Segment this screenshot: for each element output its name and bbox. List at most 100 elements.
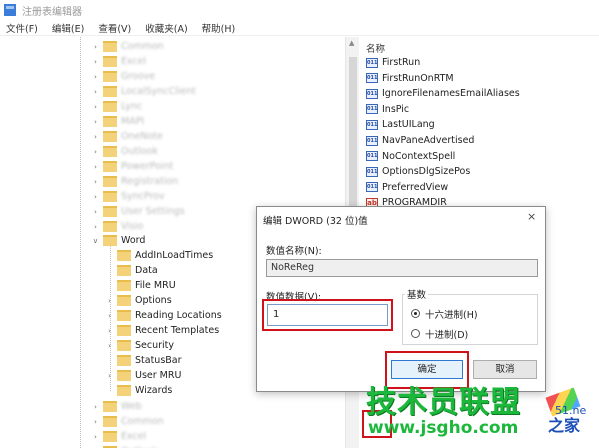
value-row[interactable]: 011 OptionsDlgSizePos xyxy=(366,164,470,179)
tree-node-blurred[interactable]: › Web xyxy=(92,399,142,414)
tree-node-statusbar[interactable]: StatusBar xyxy=(106,353,182,368)
folder-icon xyxy=(117,370,131,381)
value-row[interactable]: 011 FirstRun xyxy=(366,55,420,70)
tree-node-blurred[interactable]: › OneNote xyxy=(92,129,163,144)
tree-node-blurred[interactable]: › Common xyxy=(92,39,164,54)
column-header-name[interactable]: 名称 xyxy=(366,41,385,55)
tree-node-blurred[interactable]: › SyncProv xyxy=(92,189,165,204)
tree-node-label: Outlook xyxy=(121,146,158,157)
scroll-up-icon[interactable]: ▲ xyxy=(349,39,354,47)
menu-item[interactable]: 文件(F) xyxy=(6,21,38,35)
tree-node-label: Lync xyxy=(121,101,143,112)
value-row[interactable]: 011 FirstRunOnRTM xyxy=(366,71,454,86)
tree-node-addinloadtimes[interactable]: AddInLoadTimes xyxy=(106,248,213,263)
tree-node-blurred[interactable]: › Outlook xyxy=(92,144,158,159)
tree-node-blurred[interactable]: ›Outlook xyxy=(92,444,158,448)
folder-icon xyxy=(117,250,131,261)
regedit-app-icon xyxy=(4,4,16,16)
collapsed-chevron-icon[interactable]: › xyxy=(106,372,113,380)
value-row[interactable]: 011 LastUILang xyxy=(366,117,435,132)
tree-node-blurred[interactable]: › Excel xyxy=(92,54,146,69)
menu-item[interactable]: 编辑(E) xyxy=(52,21,84,35)
value-row[interactable]: 011 InsPic xyxy=(366,102,409,117)
tree-node-options[interactable]: › Options xyxy=(106,293,172,308)
collapsed-chevron-icon[interactable]: › xyxy=(92,103,99,111)
close-icon[interactable]: × xyxy=(527,210,536,223)
collapsed-chevron-icon[interactable]: › xyxy=(92,193,99,201)
no-chevron xyxy=(106,387,113,394)
tree-node-blurred[interactable]: › Lync xyxy=(92,99,142,114)
menu-item[interactable]: 帮助(H) xyxy=(202,21,236,35)
collapsed-chevron-icon[interactable]: › xyxy=(92,208,99,216)
window-title: 注册表编辑器 xyxy=(22,6,82,18)
tree-node-blurred[interactable]: › Groove xyxy=(92,69,155,84)
hex-radio-label[interactable]: 十六进制(H) xyxy=(425,307,478,321)
collapsed-chevron-icon[interactable]: › xyxy=(92,58,99,66)
folder-icon xyxy=(117,280,131,291)
folder-icon xyxy=(103,146,117,157)
tree-node-blurred[interactable]: › Registration xyxy=(92,174,178,189)
tree-node-blurred[interactable]: › User Settings xyxy=(92,204,185,219)
tree-node-blurred[interactable]: › LocalSyncClient xyxy=(92,84,196,99)
title-bar: 注册表编辑器 xyxy=(0,0,599,20)
collapsed-chevron-icon[interactable]: › xyxy=(92,418,99,426)
tree-node-wizards[interactable]: Wizards xyxy=(106,383,172,398)
collapsed-chevron-icon[interactable]: › xyxy=(92,433,99,441)
no-chevron xyxy=(106,267,113,274)
value-row[interactable]: 011 NoContextSpell xyxy=(366,149,455,164)
tree-node-recent-templates[interactable]: › Recent Templates xyxy=(106,323,219,338)
collapsed-chevron-icon[interactable]: › xyxy=(92,148,99,156)
folder-icon xyxy=(103,221,117,232)
tree-node-blurred[interactable]: › Visio xyxy=(92,219,143,234)
no-chevron xyxy=(106,252,113,259)
watermark-title: 技术员联盟 xyxy=(366,385,521,420)
dword-value-icon: 011 xyxy=(366,104,378,115)
tree-node-label: Registration xyxy=(121,176,179,187)
tree-node-blurred[interactable]: › Excel xyxy=(92,429,146,444)
value-row[interactable]: 011 PreferredView xyxy=(366,180,448,195)
tree-node-security[interactable]: › Security xyxy=(106,338,174,353)
value-row[interactable]: 011 NavPaneAdvertised xyxy=(366,133,474,148)
tree-node-user-mru[interactable]: › User MRU xyxy=(106,368,181,383)
collapsed-chevron-icon[interactable]: › xyxy=(92,223,99,231)
value-name: IgnoreFilenamesEmailAliases xyxy=(382,88,520,100)
expanded-chevron-icon[interactable]: v xyxy=(92,237,99,245)
value-row[interactable]: 011 IgnoreFilenamesEmailAliases xyxy=(366,86,520,101)
decimal-radio[interactable] xyxy=(411,329,420,338)
tree-node-data[interactable]: Data xyxy=(106,263,158,278)
tree-node-blurred[interactable]: › PowerPoint xyxy=(92,159,173,174)
collapsed-chevron-icon[interactable]: › xyxy=(106,327,113,335)
value-name: InsPic xyxy=(382,103,410,115)
tree-node-word[interactable]: v Word xyxy=(92,233,145,248)
collapsed-chevron-icon[interactable]: › xyxy=(92,88,99,96)
tree-node-label: Web xyxy=(121,401,142,412)
collapsed-chevron-icon[interactable]: › xyxy=(92,118,99,126)
value-name-field: NoReReg xyxy=(266,259,538,277)
tree-node-file-mru[interactable]: File MRU xyxy=(106,278,176,293)
tree-node-label: Common xyxy=(121,41,164,52)
dword-value-icon: 011 xyxy=(366,119,378,130)
collapsed-chevron-icon[interactable]: › xyxy=(106,297,113,305)
value-name: NoContextSpell xyxy=(382,150,456,162)
menu-item[interactable]: 收藏夹(A) xyxy=(145,21,187,35)
collapsed-chevron-icon[interactable]: › xyxy=(92,73,99,81)
tree-node-label: Visio xyxy=(121,221,144,232)
tree-node-blurred[interactable]: › Common xyxy=(92,414,164,429)
hex-radio[interactable] xyxy=(411,309,420,318)
tree-node-reading-locations[interactable]: › Reading Locations xyxy=(106,308,222,323)
collapsed-chevron-icon[interactable]: › xyxy=(106,342,113,350)
value-data-input[interactable]: 1 xyxy=(267,304,388,326)
tree-node-blurred[interactable]: › MAPI xyxy=(92,114,144,129)
collapsed-chevron-icon[interactable]: › xyxy=(106,312,113,320)
tree-node-label: AddInLoadTimes xyxy=(135,250,214,261)
decimal-radio-label[interactable]: 十进制(D) xyxy=(425,327,468,341)
collapsed-chevron-icon[interactable]: › xyxy=(92,133,99,141)
folder-icon xyxy=(103,401,117,412)
menu-item[interactable]: 查看(V) xyxy=(98,21,131,35)
collapsed-chevron-icon[interactable]: › xyxy=(92,163,99,171)
collapsed-chevron-icon[interactable]: › xyxy=(92,178,99,186)
collapsed-chevron-icon[interactable]: › xyxy=(92,43,99,51)
base-group: 十六进制(H) 十进制(D) xyxy=(402,294,538,345)
collapsed-chevron-icon[interactable]: › xyxy=(92,403,99,411)
tree-node-label: User Settings xyxy=(121,206,185,217)
